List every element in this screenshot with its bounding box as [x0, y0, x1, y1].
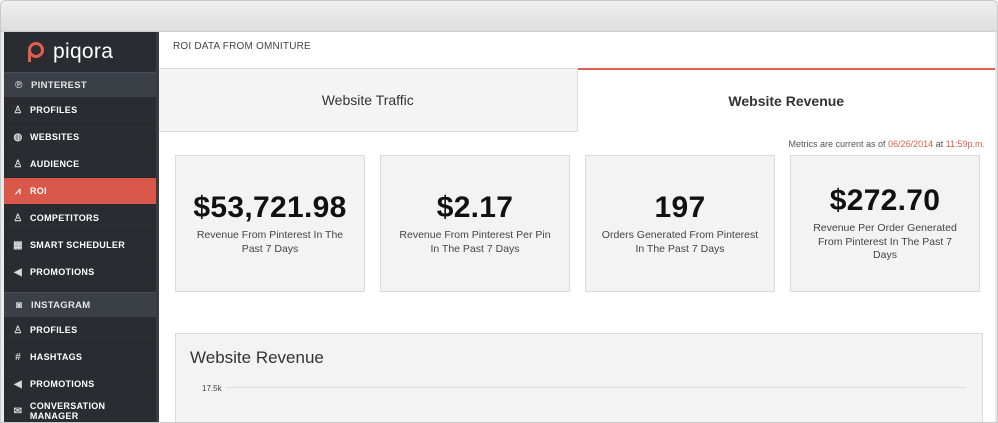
- chart-icon: ⩘: [15, 185, 21, 197]
- calendar-icon: ▦: [13, 239, 23, 251]
- megaphone-icon: ◀: [14, 378, 22, 390]
- section-header-pinterest[interactable]: ℗ PINTEREST: [4, 72, 156, 97]
- sidebar-item-label: SMART SCHEDULER: [30, 240, 126, 250]
- metric-label: Revenue From Pinterest Per Pin In The Pa…: [399, 229, 551, 255]
- profile-icon: ♙: [13, 104, 23, 116]
- sidebar: piqora ℗ PINTEREST ♙ PROFILES ◍ WEBSITES…: [4, 32, 156, 422]
- chart-title: Website Revenue: [190, 348, 324, 367]
- globe-icon: ◍: [13, 131, 23, 143]
- metric-card-orders: 197 Orders Generated From Pinterest In T…: [585, 155, 775, 292]
- website-revenue-chart-panel: Website Revenue 17.5k: [175, 333, 983, 422]
- hashtag-icon: #: [15, 351, 21, 363]
- sidebar-item-label: AUDIENCE: [30, 159, 80, 169]
- metric-card-revenue: $53,721.98 Revenue From Pinterest In The…: [175, 155, 365, 292]
- tab-website-revenue[interactable]: Website Revenue: [577, 68, 995, 132]
- sidebar-item-roi[interactable]: ⩘ ROI: [4, 178, 156, 205]
- metrics-at: at: [935, 139, 944, 149]
- chart-gridline: [226, 387, 966, 388]
- metric-card-revenue-per-pin: $2.17 Revenue From Pinterest Per Pin In …: [380, 155, 570, 292]
- chat-icon: ✉: [13, 405, 23, 417]
- section-header-label: PINTEREST: [31, 79, 88, 91]
- section-header-instagram[interactable]: ◙ INSTAGRAM: [4, 292, 156, 317]
- profile-icon: ♙: [13, 324, 23, 336]
- tab-label: Website Traffic: [321, 92, 414, 108]
- sidebar-item-label: WEBSITES: [30, 132, 80, 142]
- metric-value: 197: [654, 191, 706, 224]
- sidebar-item-label: PROFILES: [30, 105, 78, 115]
- main-content: ROI DATA FROM OMNITURE Website Traffic W…: [159, 32, 995, 422]
- metrics-prefix: Metrics are current as of: [788, 139, 886, 149]
- logo-text: piqora: [53, 40, 114, 63]
- sidebar-item-label: COMPETITORS: [30, 213, 100, 223]
- window-titlebar: [1, 1, 997, 32]
- browser-window: piqora ℗ PINTEREST ♙ PROFILES ◍ WEBSITES…: [0, 0, 998, 423]
- sidebar-item-ig-profiles[interactable]: ♙ PROFILES: [4, 317, 156, 344]
- sidebar-item-conversation-manager[interactable]: ✉ CONVERSATION MANAGER: [4, 398, 156, 422]
- sidebar-item-label: HASHTAGS: [30, 352, 83, 362]
- metric-value: $53,721.98: [193, 191, 347, 224]
- metrics-time: 11:59p.m.: [945, 139, 985, 149]
- sidebar-item-profiles[interactable]: ♙ PROFILES: [4, 97, 156, 124]
- metric-label: Revenue From Pinterest In The Past 7 Day…: [196, 229, 344, 255]
- breadcrumb: ROI DATA FROM OMNITURE: [173, 40, 311, 52]
- sidebar-item-websites[interactable]: ◍ WEBSITES: [4, 124, 156, 151]
- sidebar-item-promotions[interactable]: ◀ PROMOTIONS: [4, 259, 156, 286]
- piqora-logo-icon: [28, 42, 46, 62]
- audience-icon: ♙: [13, 158, 23, 170]
- metric-card-revenue-per-order: $272.70 Revenue Per Order Generated From…: [790, 155, 980, 292]
- metrics-timestamp: Metrics are current as of 06/26/2014 at …: [159, 132, 995, 154]
- sidebar-item-smart-scheduler[interactable]: ▦ SMART SCHEDULER: [4, 232, 156, 259]
- metric-label: Orders Generated From Pinterest In The P…: [601, 229, 759, 255]
- sidebar-item-competitors[interactable]: ♙ COMPETITORS: [4, 205, 156, 232]
- sidebar-item-label: CONVERSATION MANAGER: [29, 401, 106, 421]
- sidebar-item-label: ROI: [30, 186, 47, 196]
- metric-cards: $53,721.98 Revenue From Pinterest In The…: [159, 155, 995, 292]
- sidebar-item-label: PROFILES: [30, 325, 78, 335]
- section-header-label: INSTAGRAM: [31, 299, 91, 311]
- metric-label: Revenue Per Order Generated From Pintere…: [813, 222, 957, 262]
- metric-value: $2.17: [436, 191, 514, 224]
- pinterest-icon: ℗: [15, 79, 23, 91]
- chart-y-tick: 17.5k: [202, 384, 222, 393]
- megaphone-icon: ◀: [14, 266, 22, 278]
- sidebar-item-label: PROMOTIONS: [30, 379, 95, 389]
- sidebar-item-audience[interactable]: ♙ AUDIENCE: [4, 151, 156, 178]
- instagram-icon: ◙: [15, 299, 23, 311]
- tab-label: Website Revenue: [728, 93, 845, 109]
- app-logo[interactable]: piqora: [4, 32, 156, 72]
- sidebar-item-ig-promotions[interactable]: ◀ PROMOTIONS: [4, 371, 156, 398]
- metric-value: $272.70: [829, 184, 941, 218]
- tab-bar: Website Traffic Website Revenue: [159, 68, 995, 132]
- sidebar-item-label: PROMOTIONS: [30, 267, 95, 277]
- competitors-icon: ♙: [13, 212, 23, 224]
- metrics-date: 06/26/2014: [888, 139, 934, 149]
- sidebar-item-hashtags[interactable]: # HASHTAGS: [4, 344, 156, 371]
- tab-website-traffic[interactable]: Website Traffic: [159, 68, 578, 132]
